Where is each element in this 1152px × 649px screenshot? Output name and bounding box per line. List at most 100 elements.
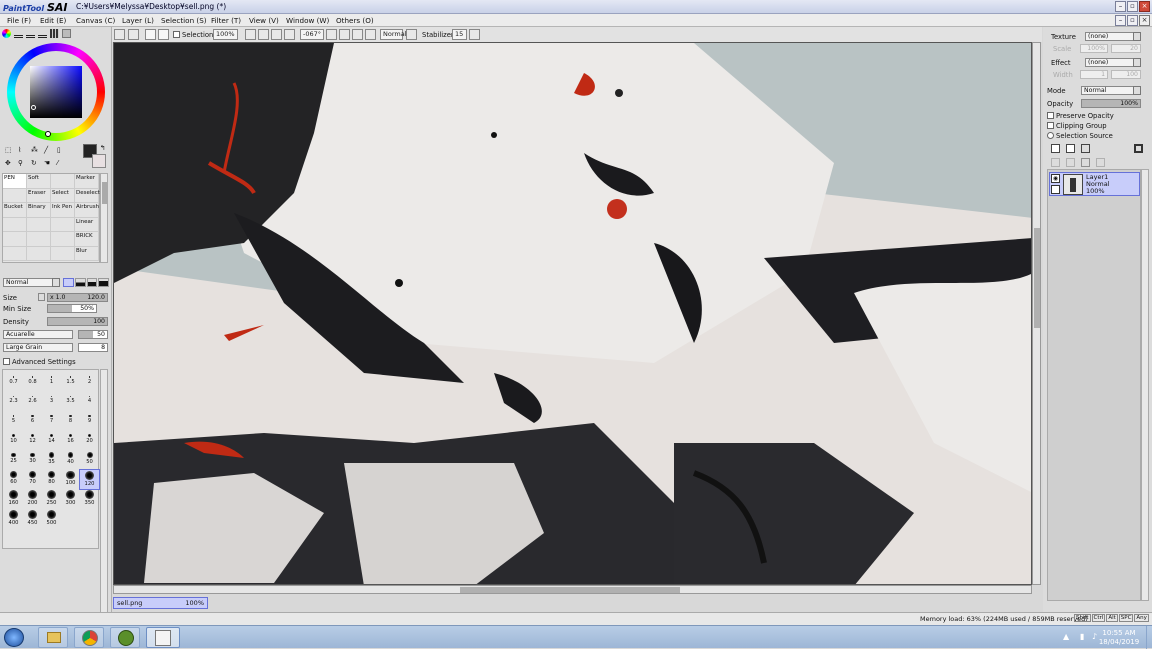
rotate-right-icon[interactable] bbox=[339, 29, 350, 40]
doc-minimize-button[interactable]: – bbox=[1115, 15, 1126, 26]
brush-size-preset[interactable]: 60 bbox=[4, 470, 23, 490]
effect-dropdown-icon[interactable] bbox=[1133, 58, 1141, 67]
brush-size-preset[interactable]: 12 bbox=[23, 431, 42, 451]
taskbar-chrome-button[interactable] bbox=[74, 627, 104, 648]
brush-grid-scrollbar[interactable] bbox=[100, 173, 108, 263]
minimize-button[interactable]: – bbox=[1115, 1, 1126, 12]
brush-size-preset[interactable]: 0.8 bbox=[23, 372, 42, 392]
brush-size-preset[interactable]: 4 bbox=[80, 392, 99, 412]
color-wheel[interactable] bbox=[7, 43, 105, 141]
brush-slot[interactable]: PEN bbox=[3, 174, 27, 189]
brush-size-preset[interactable]: 35 bbox=[42, 450, 61, 470]
brush-slot[interactable]: Blur bbox=[75, 246, 99, 261]
brush-size-preset[interactable]: 2.6 bbox=[23, 392, 42, 412]
brush-size-preset[interactable]: 200 bbox=[23, 489, 42, 509]
rotate-icon[interactable]: ↻ bbox=[31, 159, 43, 171]
brush-size-preset[interactable]: 30 bbox=[23, 450, 42, 470]
brush-size-preset[interactable]: 50 bbox=[80, 450, 99, 470]
lasso-icon[interactable]: ⌇ bbox=[18, 146, 30, 158]
swap-colors-icon[interactable]: ↰ bbox=[100, 144, 106, 152]
scale-field[interactable]: 100% bbox=[1080, 44, 1108, 53]
menu-filter[interactable]: Filter (T) bbox=[211, 16, 241, 25]
sel-pen-icon[interactable]: ╱ bbox=[44, 146, 56, 158]
brush-slot[interactable]: Eraser bbox=[27, 188, 51, 203]
brush-slot[interactable] bbox=[27, 246, 51, 261]
new-linework-layer-icon[interactable] bbox=[1066, 144, 1075, 153]
brush-slot[interactable] bbox=[3, 217, 27, 232]
brush-size-preset[interactable]: 16 bbox=[61, 431, 80, 451]
new-folder-icon[interactable] bbox=[1081, 144, 1090, 153]
texture-field[interactable]: (none) bbox=[1085, 32, 1140, 41]
merge-down-icon[interactable] bbox=[1066, 158, 1075, 167]
brush-size-preset[interactable]: 2.3 bbox=[4, 392, 23, 412]
drawing-canvas[interactable] bbox=[113, 42, 1032, 585]
clear-icon[interactable] bbox=[158, 29, 169, 40]
brush-slot[interactable]: Deselect bbox=[75, 188, 100, 203]
sel-eraser-icon[interactable]: ▯ bbox=[57, 146, 69, 158]
brush-size-preset[interactable]: 70 bbox=[23, 470, 42, 490]
menu-file[interactable]: File (F) bbox=[7, 16, 31, 25]
texture1-field[interactable]: Acuarelle bbox=[3, 330, 73, 339]
density-slider[interactable]: 100 bbox=[47, 317, 108, 326]
move-icon[interactable]: ✥ bbox=[5, 159, 17, 171]
rgb-slider-icon[interactable] bbox=[14, 29, 23, 38]
maximize-button[interactable]: ▫ bbox=[1127, 1, 1138, 12]
brush-size-preset[interactable]: 100 bbox=[61, 470, 80, 490]
blend-dropdown-icon[interactable] bbox=[406, 29, 417, 40]
clipping-group-checkbox[interactable] bbox=[1047, 122, 1054, 129]
brush-slot[interactable]: Select bbox=[51, 188, 75, 203]
close-button[interactable]: × bbox=[1139, 1, 1150, 12]
stabilizer-dropdown-icon[interactable] bbox=[469, 29, 480, 40]
deselect-icon[interactable] bbox=[114, 29, 125, 40]
canvas-vertical-scrollbar[interactable] bbox=[1032, 42, 1041, 585]
brush-slot[interactable] bbox=[27, 217, 51, 232]
brush-size-preset[interactable]: 120 bbox=[79, 468, 100, 490]
brush-size-preset[interactable]: 8 bbox=[61, 411, 80, 431]
zoom-in-icon[interactable] bbox=[258, 29, 269, 40]
texture-dropdown-icon[interactable] bbox=[1133, 32, 1141, 41]
document-tab[interactable]: sell.png 100% bbox=[113, 597, 208, 609]
brush-shape-4-icon[interactable] bbox=[98, 278, 109, 287]
layer-mask-icon[interactable] bbox=[1134, 144, 1143, 153]
brush-size-preset[interactable]: 6 bbox=[23, 411, 42, 431]
zoom-out-icon[interactable] bbox=[245, 29, 256, 40]
transfer-down-icon[interactable] bbox=[1051, 158, 1060, 167]
doc-restore-button[interactable]: ▫ bbox=[1127, 15, 1138, 26]
brush-size-preset[interactable]: 9 bbox=[80, 411, 99, 431]
brush-slot[interactable] bbox=[51, 246, 75, 261]
brush-size-preset[interactable]: 0.7 bbox=[4, 372, 23, 392]
brush-size-preset[interactable]: 5 bbox=[4, 411, 23, 431]
brush-slot[interactable] bbox=[51, 217, 75, 232]
brush-size-preset[interactable]: 350 bbox=[80, 489, 99, 509]
zoom-field[interactable]: 100% bbox=[213, 29, 238, 40]
show-desktop-button[interactable] bbox=[1146, 626, 1152, 649]
selection-source-checkbox[interactable] bbox=[1047, 132, 1054, 139]
layer-lock-icon[interactable] bbox=[1051, 185, 1060, 194]
brush-size-preset[interactable]: 300 bbox=[61, 489, 80, 509]
brush-slot[interactable]: Binary bbox=[27, 203, 51, 218]
opacity-slider[interactable]: 100% bbox=[1081, 99, 1141, 108]
selection-checkbox[interactable] bbox=[173, 31, 180, 38]
brush-size-preset[interactable]: 1 bbox=[42, 372, 61, 392]
invert-selection-icon[interactable] bbox=[128, 29, 139, 40]
clock[interactable]: 10:55 AM 18/04/2019 bbox=[1095, 629, 1143, 647]
layer-row[interactable]: ◉ Layer1 Normal 100% bbox=[1049, 172, 1140, 196]
brush-size-preset[interactable]: 2 bbox=[80, 372, 99, 392]
rotate-left-icon[interactable] bbox=[326, 29, 337, 40]
visibility-eye-icon[interactable]: ◉ bbox=[1051, 174, 1060, 183]
brush-slot[interactable] bbox=[3, 246, 27, 261]
texture2-strength[interactable]: 8 bbox=[78, 343, 108, 352]
canvas-horizontal-scrollbar[interactable] bbox=[113, 585, 1032, 594]
scratchpad-icon[interactable] bbox=[62, 29, 71, 38]
brush-grid-scroll-thumb[interactable] bbox=[102, 182, 107, 204]
new-layer-icon[interactable] bbox=[1051, 144, 1060, 153]
brush-size-preset[interactable]: 3.5 bbox=[61, 392, 80, 412]
brush-slot[interactable]: Bucket bbox=[3, 203, 27, 218]
width-field[interactable]: 1 bbox=[1080, 70, 1108, 79]
brush-mode-field[interactable]: Normal bbox=[3, 278, 58, 287]
horizontal-scroll-thumb[interactable] bbox=[460, 587, 680, 593]
brush-shape-1-icon[interactable] bbox=[63, 278, 74, 287]
background-color-swatch[interactable] bbox=[92, 154, 106, 168]
brush-slot[interactable]: Airbrush bbox=[75, 203, 99, 218]
menu-canvas[interactable]: Canvas (C) bbox=[76, 16, 115, 25]
